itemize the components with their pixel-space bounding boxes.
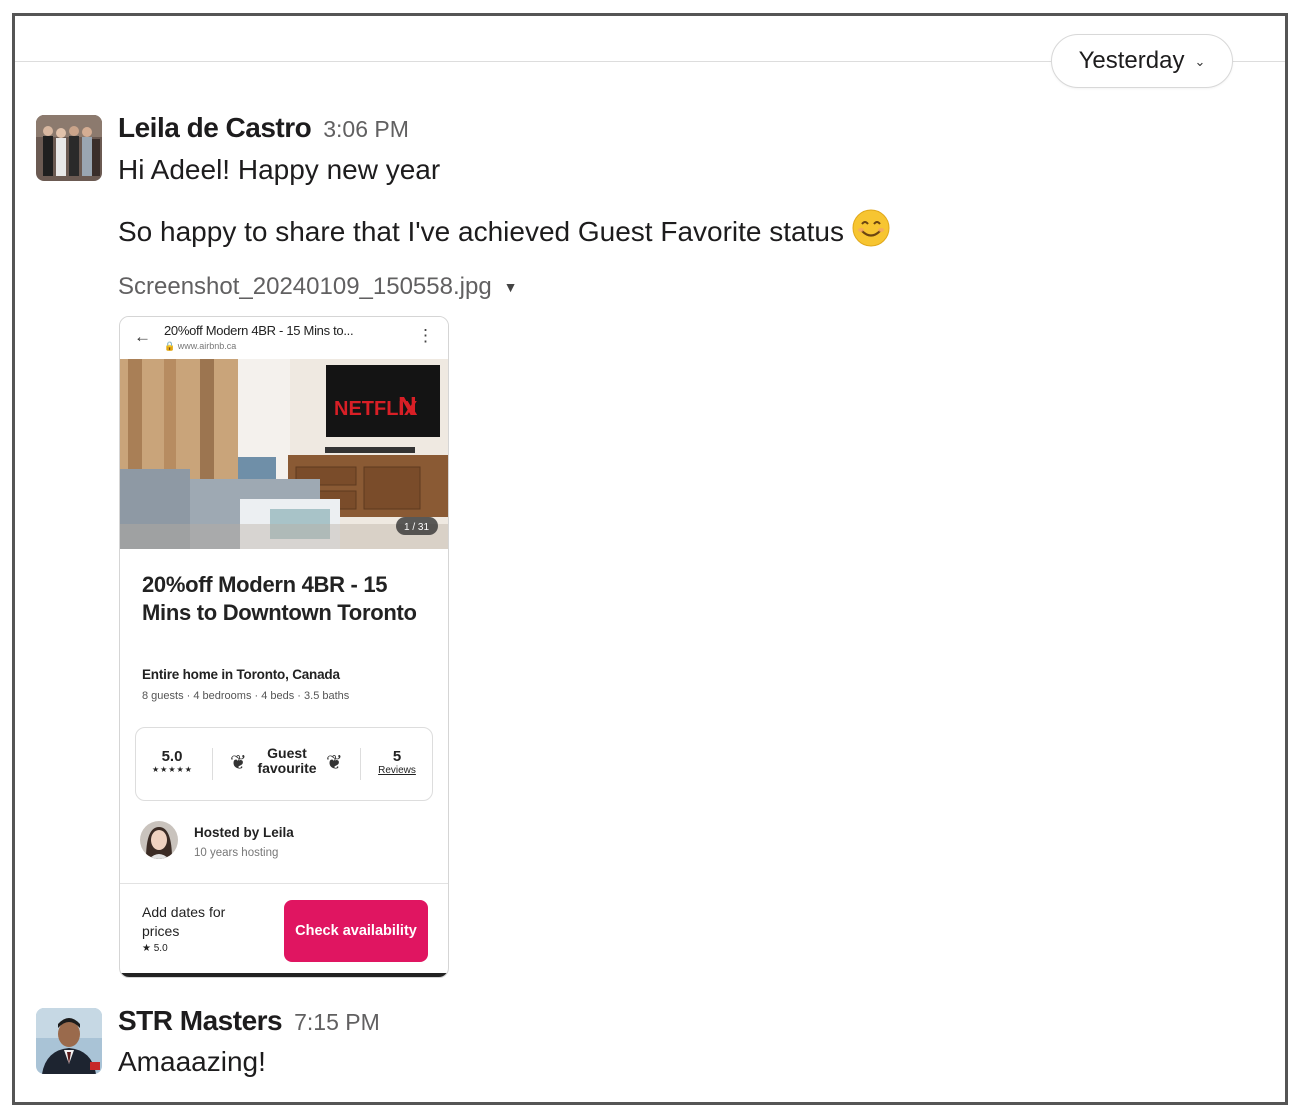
host-name: Hosted by Leila (194, 825, 294, 840)
attachment-image[interactable]: ← 20%off Modern 4BR - 15 Mins to... 🔒 ww… (119, 316, 449, 978)
browser-url: 🔒 www.airbnb.ca (164, 341, 237, 351)
message-header: STR Masters 7:15 PM (118, 1005, 380, 1037)
guest-favourite-badge: ❦ Guest favourite ❦ (228, 746, 348, 782)
more-vertical-icon: ⋮ (417, 326, 434, 345)
browser-title: 20%off Modern 4BR - 15 Mins to... (164, 323, 354, 338)
attachment-filename[interactable]: Screenshot_20240109_150558.jpg ▼ (118, 273, 518, 301)
message-text: So happy to share that I've achieved Gue… (118, 215, 844, 247)
listing-details: 8 guests · 4 bedrooms · 4 beds · 3.5 bat… (142, 690, 350, 702)
message-text: Hi Adeel! Happy new year (118, 154, 441, 185)
date-label: Yesterday (1078, 47, 1185, 74)
message-text: Amaaazing! (118, 1046, 266, 1077)
laurel-left-icon: ❦ (230, 752, 247, 774)
reviews-label: Reviews (378, 765, 416, 776)
listing-photo: NETFLIX N 1 / 31 (120, 359, 448, 549)
author-name[interactable]: Leila de Castro (118, 112, 312, 144)
check-availability-button: Check availability (284, 900, 428, 962)
laurel-right-icon: ❦ (326, 752, 343, 774)
avatar-str-masters[interactable] (36, 1008, 102, 1074)
chat-pane: Yesterday ⌄ Leila de Castro 3:06 PM Hi A… (12, 13, 1288, 1105)
caret-down-icon[interactable]: ▼ (504, 279, 518, 295)
photo-counter: 1 / 31 (404, 522, 429, 533)
arrow-left-icon: ← (134, 327, 151, 346)
tv-netflix-logo: N (398, 391, 417, 421)
footer-divider (120, 883, 448, 884)
author-name[interactable]: STR Masters (118, 1005, 283, 1037)
timestamp[interactable]: 3:06 PM (323, 116, 409, 143)
host-avatar (140, 821, 178, 859)
timestamp[interactable]: 7:15 PM (294, 1009, 380, 1036)
rating-block: 5.0 ★★★★★ (152, 748, 192, 774)
smile-emoji-icon (852, 209, 890, 254)
avatar-leila[interactable] (36, 115, 102, 181)
rating-stars: ★★★★★ (152, 765, 193, 774)
reviews-block: 5 Reviews (372, 748, 422, 776)
date-jump-button[interactable]: Yesterday ⌄ (1051, 34, 1233, 88)
separator (212, 748, 213, 780)
separator (360, 748, 361, 780)
badge-label: Guest favourite (257, 745, 317, 776)
rating-summary-box: 5.0 ★★★★★ ❦ Guest favourite ❦ 5 Reviews (135, 727, 433, 801)
reviews-count: 5 (392, 748, 402, 765)
host-years: 10 years hosting (194, 847, 279, 859)
listing-title: 20%off Modern 4BR - 15 Mins to Downtown … (142, 572, 417, 625)
browser-bar: ← 20%off Modern 4BR - 15 Mins to... 🔒 ww… (120, 317, 448, 359)
add-dates-text: Add dates for prices (142, 904, 226, 939)
listing-subtitle: Entire home in Toronto, Canada (142, 667, 340, 682)
footer-rating: ★ 5.0 (142, 943, 168, 954)
rating-value: 5.0 (161, 748, 183, 765)
chevron-down-icon: ⌄ (1194, 54, 1206, 69)
filename-text: Screenshot_20240109_150558.jpg (118, 273, 492, 300)
screenshot-bottom-bar (120, 973, 448, 977)
message-text-line: So happy to share that I've achieved Gue… (118, 209, 890, 254)
message-header: Leila de Castro 3:06 PM (118, 112, 409, 144)
